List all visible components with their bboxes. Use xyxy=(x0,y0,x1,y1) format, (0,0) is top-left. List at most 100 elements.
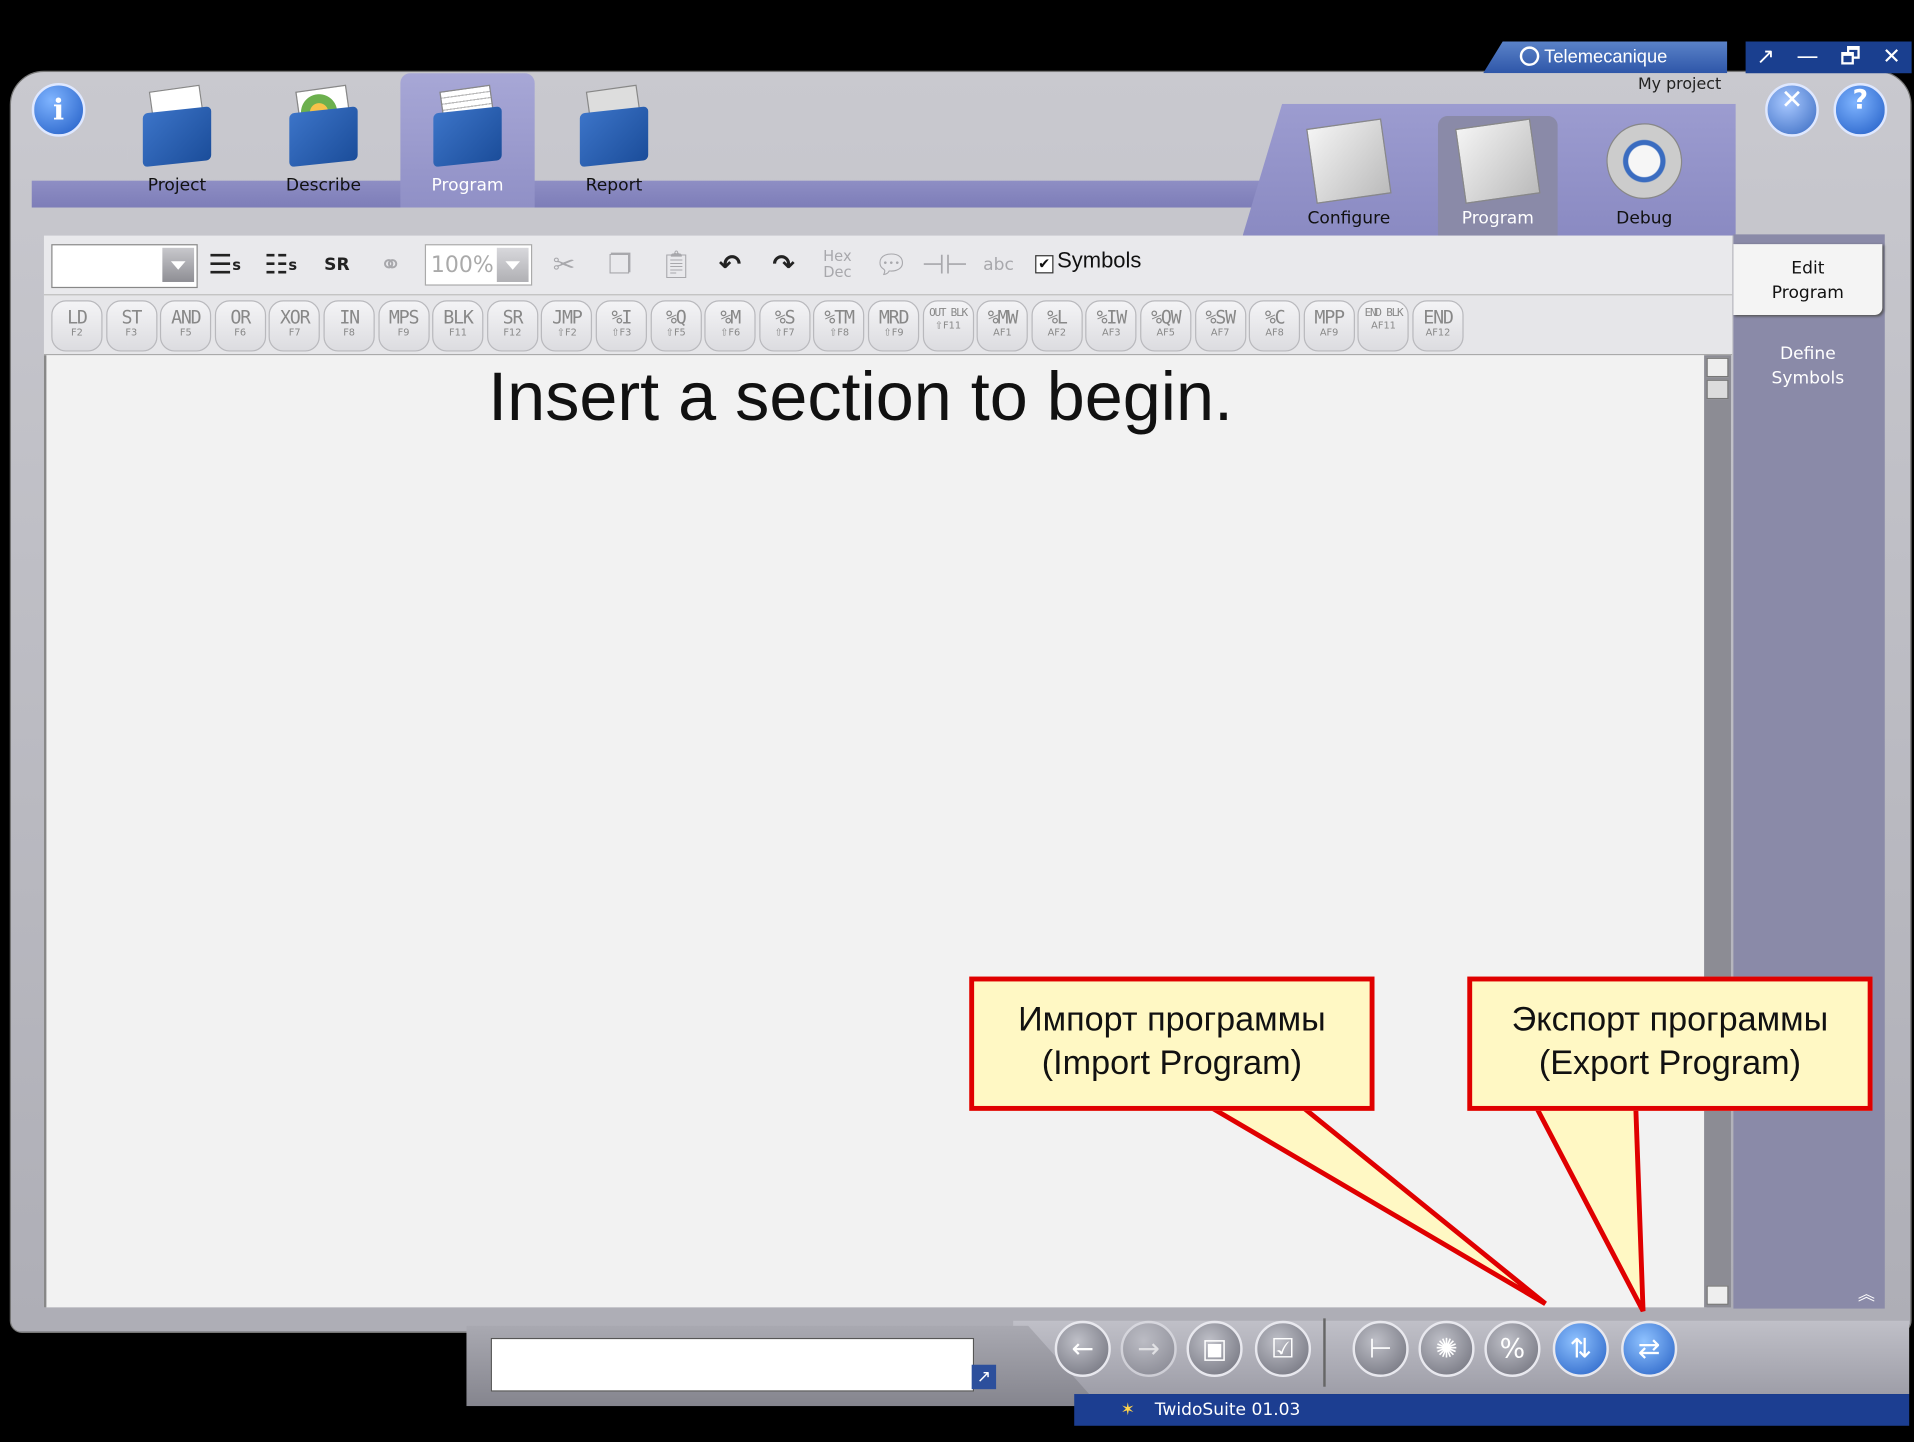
collapse-panel-icon[interactable]: ︽ xyxy=(1858,1282,1875,1306)
instruction-key: JMP xyxy=(552,306,583,329)
configure-icon xyxy=(1306,118,1392,204)
instruction-button[interactable]: OUT BLK ⇧F11 xyxy=(922,300,974,352)
instruction-button[interactable]: %IW AF3 xyxy=(1085,300,1137,352)
rung-comment-icon[interactable]: ⊣⊢ xyxy=(921,242,968,288)
instruction-key: %MW xyxy=(987,306,1019,329)
instruction-button[interactable]: MRD ⇧F9 xyxy=(867,300,920,352)
maximize-icon[interactable]: 🗗 xyxy=(1840,42,1861,74)
export-program-icon[interactable]: ⇄ xyxy=(1621,1320,1678,1377)
restore-down-arrow-icon[interactable]: ↗ xyxy=(1756,42,1774,74)
hex-dec-toggle[interactable]: Hex Dec xyxy=(815,242,859,288)
subtab-debug-label: Debug xyxy=(1616,208,1673,229)
tree-view-icon[interactable]: ⊢ xyxy=(1352,1320,1409,1377)
instruction-button[interactable]: %I ⇧F3 xyxy=(595,300,647,352)
subtab-debug[interactable]: Debug xyxy=(1584,116,1704,236)
instruction-button[interactable]: %C AF8 xyxy=(1249,300,1301,352)
instruction-button[interactable]: MPS F9 xyxy=(377,300,430,352)
import-program-icon[interactable]: ⇅ xyxy=(1552,1320,1609,1377)
memory-usage-icon[interactable]: % xyxy=(1484,1320,1541,1377)
help-icon[interactable]: ? xyxy=(1833,83,1888,137)
scroll-up-icon[interactable] xyxy=(1706,357,1729,378)
zoom-select[interactable]: 100% xyxy=(424,244,533,286)
insert-subroutine-icon[interactable]: SR xyxy=(315,242,359,288)
brand-label: Telemecanique xyxy=(1483,41,1728,74)
info-icon[interactable]: i xyxy=(31,83,86,137)
comment-icon[interactable]: 💬︎ xyxy=(869,242,913,288)
forward-arrow-icon[interactable]: → xyxy=(1120,1320,1177,1377)
instruction-key: OR xyxy=(230,306,251,329)
instruction-button[interactable]: END BLK AF11 xyxy=(1357,300,1410,352)
instruction-shortcut: ⇧F3 xyxy=(611,327,632,339)
instruction-button[interactable]: BLK F11 xyxy=(432,300,484,352)
instruction-key: %IW xyxy=(1096,306,1128,329)
instruction-button[interactable]: IN F8 xyxy=(323,300,375,352)
instruction-button[interactable]: %MW AF1 xyxy=(976,300,1029,352)
symbols-checkbox[interactable]: ✔ Symbols xyxy=(1035,248,1141,274)
command-input[interactable] xyxy=(490,1337,975,1392)
minimize-icon[interactable]: — xyxy=(1796,42,1818,74)
side-item-edit-program[interactable]: Edit Program xyxy=(1733,244,1883,315)
instruction-button[interactable]: ST F3 xyxy=(105,300,157,352)
link-icon[interactable]: ⚭ xyxy=(369,242,413,288)
export-callout: Экспорт программы (Export Program) xyxy=(1467,976,1873,1111)
side-item-define-symbols[interactable]: Define Symbols xyxy=(1733,342,1882,391)
instruction-button[interactable]: SR F12 xyxy=(486,300,539,352)
instruction-key: AND xyxy=(171,306,202,329)
checkbox-checked-icon[interactable]: ✔ xyxy=(1035,255,1054,274)
instruction-button[interactable]: %S ⇧F7 xyxy=(759,300,811,352)
instruction-button[interactable]: %TM ⇧F8 xyxy=(813,300,865,352)
import-callout: Импорт программы (Import Program) xyxy=(969,976,1375,1111)
expand-icon[interactable]: ↗ xyxy=(971,1364,997,1390)
instruction-button[interactable]: LD F2 xyxy=(51,300,103,352)
insert-section-after-icon[interactable]: ☷ s xyxy=(259,242,303,288)
vertical-scrollbar[interactable] xyxy=(1704,355,1731,1308)
subtab-configure[interactable]: Configure xyxy=(1289,116,1409,236)
instruction-button[interactable]: END AF12 xyxy=(1412,300,1464,352)
scroll-thumb[interactable] xyxy=(1706,379,1729,400)
subtab-program[interactable]: Program xyxy=(1437,115,1558,236)
chevron-down-icon[interactable] xyxy=(496,247,529,282)
tab-program[interactable]: Program xyxy=(400,73,535,208)
instruction-button[interactable]: MPP AF9 xyxy=(1303,300,1355,352)
instruction-shortcut: F9 xyxy=(397,327,410,339)
instruction-button[interactable]: %SW AF7 xyxy=(1194,300,1246,352)
instruction-shortcut: F11 xyxy=(448,327,468,339)
program-editor[interactable] xyxy=(43,355,1707,1308)
back-arrow-icon[interactable]: ← xyxy=(1054,1320,1111,1377)
cut-icon[interactable]: ✂ xyxy=(542,242,586,288)
scroll-down-icon[interactable] xyxy=(1706,1285,1729,1305)
close-icon[interactable]: ✕ xyxy=(1882,42,1900,74)
tab-project[interactable]: Project xyxy=(110,73,244,207)
copy-icon[interactable]: ❐ xyxy=(598,242,642,288)
instruction-button[interactable]: %M ⇧F6 xyxy=(704,300,756,352)
preferences-icon[interactable]: ✕ xyxy=(1765,83,1819,137)
tab-describe[interactable]: Describe xyxy=(256,73,390,207)
symbol-comment-icon[interactable]: abc xyxy=(977,242,1021,288)
report-folder-icon xyxy=(575,83,653,168)
side-panel xyxy=(1733,234,1885,1309)
insert-section-icon[interactable]: ☰ s xyxy=(203,242,247,288)
instruction-button[interactable]: %Q ⇧F5 xyxy=(650,300,702,352)
instruction-button[interactable]: %QW AF5 xyxy=(1140,300,1192,352)
cross-reference-icon[interactable]: ✺ xyxy=(1418,1320,1475,1377)
instruction-key: %S xyxy=(774,306,796,329)
instruction-button[interactable]: AND F5 xyxy=(160,300,212,352)
subtab-configure-label: Configure xyxy=(1307,208,1391,229)
telemecanique-logo-icon xyxy=(1519,46,1540,66)
paste-icon[interactable]: 📋︎ xyxy=(654,242,698,288)
instruction-button[interactable]: JMP ⇧F2 xyxy=(541,300,593,352)
save-icon[interactable]: ▣ xyxy=(1186,1320,1243,1377)
instruction-key: END xyxy=(1423,306,1454,329)
instruction-button[interactable]: OR F6 xyxy=(214,300,266,352)
instruction-key: SR xyxy=(502,306,524,329)
section-select[interactable] xyxy=(51,244,198,289)
save-as-icon[interactable]: ☑ xyxy=(1254,1320,1312,1377)
tab-report[interactable]: Report xyxy=(547,73,681,207)
instruction-button[interactable]: XOR F7 xyxy=(269,300,321,352)
instruction-shortcut: F3 xyxy=(125,327,138,339)
chevron-down-icon[interactable] xyxy=(162,247,195,282)
twidosuite-logo-icon: ✶ xyxy=(1120,1400,1135,1420)
instruction-button[interactable]: %L AF2 xyxy=(1031,300,1083,352)
undo-icon[interactable]: ↶ xyxy=(708,242,752,288)
redo-icon[interactable]: ↷ xyxy=(762,242,806,288)
